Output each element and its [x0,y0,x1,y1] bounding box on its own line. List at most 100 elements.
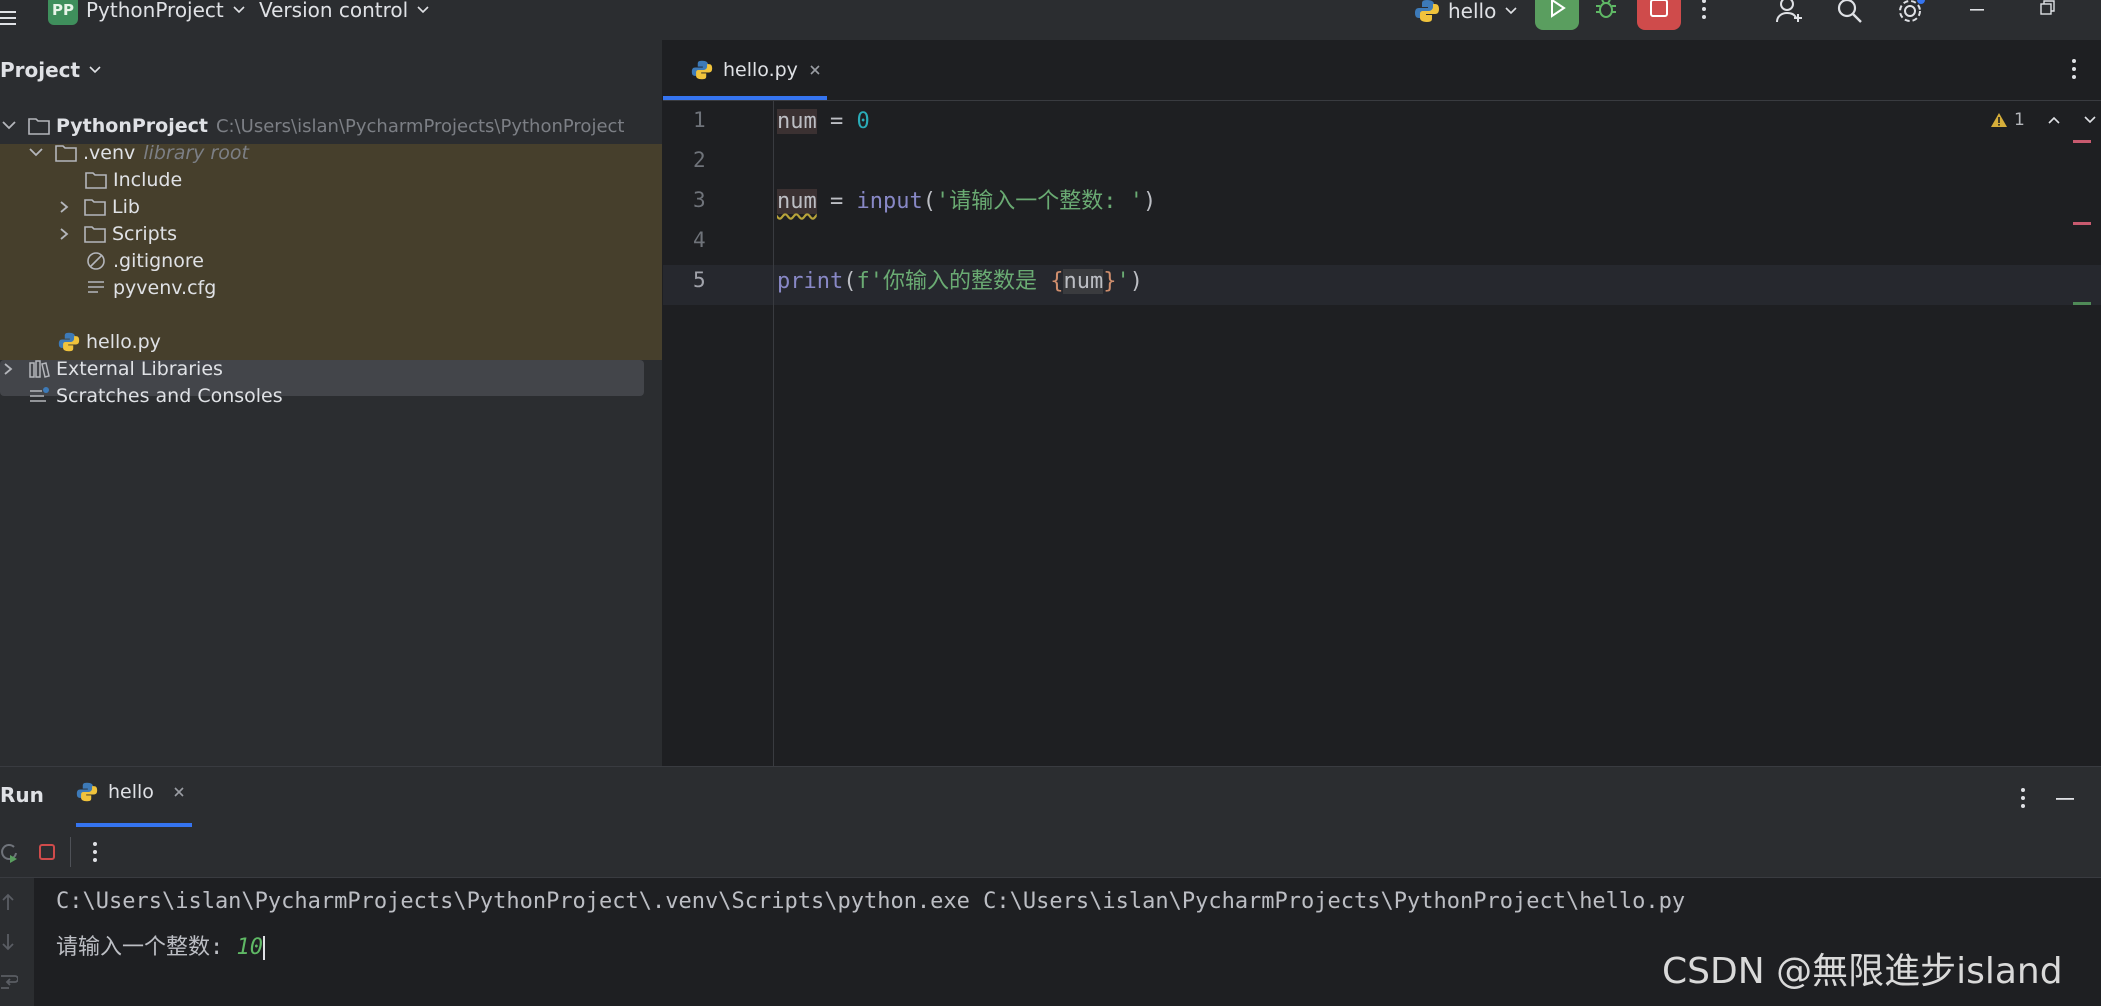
line-number: 1 [693,108,706,132]
text-file-icon [83,277,109,299]
more-icon[interactable] [2071,58,2077,80]
run-icon [1551,0,1566,18]
run-panel-title: Run [0,783,44,807]
title-bar: PP PythonProject Version control hello [0,0,2101,40]
code-line-5[interactable]: print(f'你输入的整数是 {num}') [777,262,1143,302]
stop-icon[interactable] [38,843,56,861]
project-panel-header[interactable]: Project [0,58,102,82]
tree-item-pyvenv-cfg[interactable]: pyvenv.cfg [83,270,216,306]
close-icon[interactable] [172,785,186,799]
code-token: ) [1142,189,1157,214]
gutter-separator [773,101,774,766]
version-control-label: Version control [259,0,409,22]
code-token: f'你输入的整数是 [856,269,1051,294]
soft-wrap-icon[interactable] [0,972,18,992]
tree-item-label: PythonProject [56,115,208,137]
library-icon [26,358,52,380]
editor-tab-bar: hello.py [663,40,2101,101]
inspection-widget[interactable]: 1 [1990,110,2097,130]
python-icon [1415,0,1439,22]
run-tab-hello[interactable]: hello [76,781,186,803]
code-token: num [1063,269,1104,294]
chevron-down-icon [29,148,43,157]
add-user-icon[interactable] [1775,0,1805,24]
code-token: ( [843,269,857,294]
console-input-line[interactable]: 请输入一个整数: 10 [56,929,265,961]
code-token: 0 [856,109,870,134]
search-icon[interactable] [1836,0,1864,25]
run-button[interactable] [1535,0,1579,30]
code-token: num [777,109,817,134]
run-config-name: hello [1448,0,1497,23]
tree-item-label: Scratches and Consoles [56,385,283,407]
console-command-line: C:\Users\islan\PycharmProjects\PythonPro… [56,889,1686,914]
line-number: 2 [693,148,706,172]
close-icon[interactable] [808,63,822,77]
console-user-input: 10 [236,935,264,960]
restore-icon[interactable] [2040,0,2056,16]
tree-item-label: .gitignore [113,250,204,272]
code-line-1[interactable]: num = 0 [777,102,870,142]
python-icon [76,782,98,802]
ignored-file-icon [83,250,109,272]
chevron-down-icon [89,66,101,74]
run-tab-label: hello [108,781,154,803]
project-badge: PP [48,0,78,25]
line-number: 4 [693,228,706,252]
code-token: = [816,189,857,214]
chevron-up-icon[interactable] [2047,115,2061,125]
chevron-down-icon[interactable] [2083,115,2097,125]
warning-count: 1 [2014,110,2025,130]
error-stripe-marker[interactable] [2073,140,2091,143]
tree-item-label: Include [113,169,183,191]
tree-item-path: C:\Users\islan\PycharmProjects\PythonPro… [215,115,625,137]
code-token: num [777,189,817,214]
run-config-selector[interactable]: hello [1414,0,1518,24]
change-stripe-marker[interactable] [2073,302,2091,305]
hide-panel-icon[interactable] [2056,797,2074,801]
project-name: PythonProject [86,0,224,22]
tree-item-label: .venv [83,142,136,164]
folder-icon [26,115,52,137]
toolbar-separator [70,837,71,867]
scroll-up-icon[interactable] [0,892,16,912]
console-side-toolbar [0,878,34,1006]
more-icon[interactable] [2020,787,2026,809]
tree-item-label: pyvenv.cfg [113,277,217,299]
more-icon[interactable] [1701,0,1707,20]
stop-icon [1650,0,1668,17]
tab-hello-py[interactable]: hello.py [679,48,834,92]
tree-item-scratches[interactable]: Scratches and Consoles [26,378,283,414]
settings-icon[interactable] [1895,0,1925,26]
tree-item-note: library root [143,142,249,164]
rerun-icon[interactable] [0,841,20,863]
code-token: '请输入一个整数: ' [935,189,1143,214]
chevron-right-icon [60,201,69,213]
watermark: CSDN @無限進步island [1662,951,2063,992]
scratches-icon [26,385,52,407]
tab-label: hello.py [723,59,798,81]
menu-icon[interactable] [0,8,18,28]
run-toolbar [0,827,2101,878]
scroll-down-icon[interactable] [0,932,16,952]
chevron-down-icon [233,6,245,14]
warning-icon [1991,113,2007,127]
text-cursor [263,936,265,960]
more-icon[interactable] [92,841,98,863]
code-token: print [777,269,844,294]
project-switcher[interactable]: PP PythonProject [48,0,246,25]
tree-item-label: Scripts [112,223,178,245]
python-file-icon [691,60,713,80]
active-tab-indicator [663,96,827,100]
code-line-3[interactable]: num = input('请输入一个整数: ') [777,182,1156,222]
error-stripe-marker[interactable] [2073,222,2091,225]
version-control-menu[interactable]: Version control [259,0,430,22]
stop-button[interactable] [1637,0,1681,30]
folder-icon [82,196,108,218]
chevron-down-icon [2,121,16,130]
folder-icon [82,223,108,245]
console-prompt: 请输入一个整数: [56,935,237,960]
minimize-icon[interactable] [1970,8,1986,12]
debug-button[interactable] [1593,0,1619,22]
tree-item-label: Lib [112,196,140,218]
